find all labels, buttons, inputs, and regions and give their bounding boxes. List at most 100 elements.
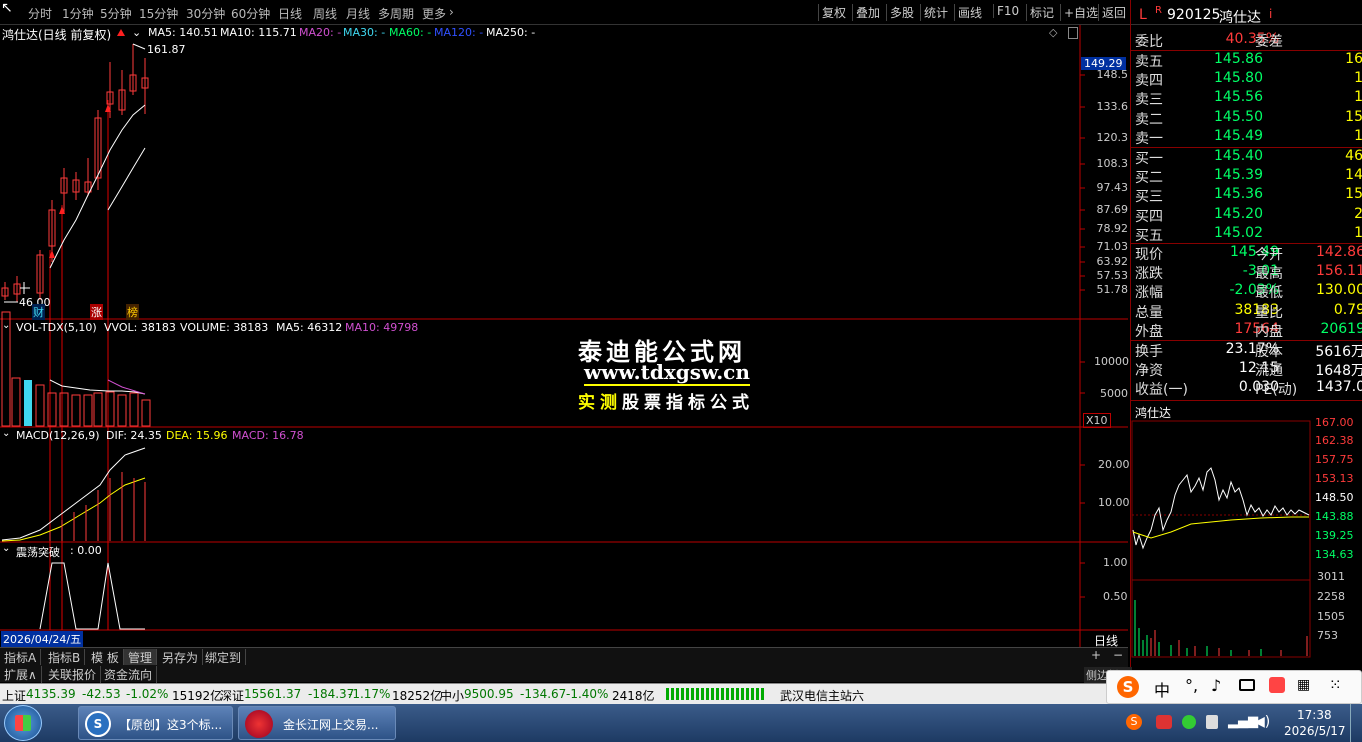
period-daily[interactable]: 日线 xyxy=(278,5,302,22)
tab-indicator-a[interactable]: 指标A xyxy=(0,649,42,666)
vvol-label: VVOL: 38183 xyxy=(104,321,176,334)
bid-row[interactable]: 买二 145.39 14 xyxy=(1135,167,1362,186)
macd-indicator-name[interactable]: MACD(12,26,9) xyxy=(16,429,100,442)
info-icon[interactable]: i xyxy=(1269,7,1272,21)
zx-label: 中小 xyxy=(440,689,465,703)
period-30min[interactable]: 30分钟 xyxy=(186,5,225,22)
ime-mode[interactable]: 中 xyxy=(1154,677,1170,701)
vol-indicator-name[interactable]: VOL-TDX(5,10) xyxy=(16,321,97,334)
marker-cai[interactable]: 财 xyxy=(32,304,45,320)
tab-related-quotes[interactable]: 关联报价 xyxy=(44,666,102,683)
period-15min[interactable]: 15分钟 xyxy=(139,5,178,22)
fund-row: 净资 12.15 流通 1648万 xyxy=(1135,360,1362,379)
fuquan-button[interactable]: 复权 xyxy=(818,4,849,21)
period-monthly[interactable]: 月线 xyxy=(346,5,370,22)
ma-dropdown-icon[interactable]: ⌄ xyxy=(132,26,141,39)
period-fenshi[interactable]: 分时 xyxy=(28,5,52,22)
minus-icon[interactable]: − xyxy=(1113,648,1123,662)
ind-collapse-icon[interactable]: ⌄ xyxy=(2,543,10,554)
fund-label2: 股本 xyxy=(1255,344,1283,360)
macd-value-label: MACD: 16.78 xyxy=(232,429,304,442)
grid-icon[interactable]: ⁙ xyxy=(1329,676,1342,694)
ime-toolbar[interactable]: S 中 °, ♪ ▦ ⁙ xyxy=(1106,670,1362,704)
tab-manage[interactable]: 管理 xyxy=(124,649,158,666)
intraday-vol-tick: 753 xyxy=(1317,629,1338,642)
stat-row: 现价 145.49 今开 142.86 xyxy=(1135,244,1362,263)
task-browser[interactable]: S 【原创】这3个标... xyxy=(78,706,233,740)
cursor-icon: ↖ xyxy=(1,0,13,16)
toolbox-icon[interactable]: ▦ xyxy=(1297,677,1310,693)
marker-zhang[interactable]: 涨 xyxy=(90,304,103,320)
stat-label: 现价 xyxy=(1135,247,1163,263)
ask-row[interactable]: 卖四 145.80 1 xyxy=(1135,70,1362,89)
punctuation-icon[interactable]: °, xyxy=(1185,676,1198,695)
biaoji-button[interactable]: 标记 xyxy=(1026,4,1057,21)
task-trading[interactable]: 金长江网上交易... xyxy=(238,706,396,740)
add-favorite-button[interactable]: +自选 xyxy=(1060,4,1101,21)
marker-bang[interactable]: 榜 xyxy=(126,304,139,320)
ask-row[interactable]: 卖三 145.56 1 xyxy=(1135,89,1362,108)
ask-row[interactable]: 卖二 145.50 15 xyxy=(1135,109,1362,128)
tab-expand[interactable]: 扩展∧ xyxy=(0,666,42,683)
intraday-title: 鸿仕达 xyxy=(1135,406,1172,420)
volume-icon[interactable]: ◀) xyxy=(1254,714,1270,730)
period-5min[interactable]: 5分钟 xyxy=(100,5,132,22)
stat-value2: 142.86 xyxy=(1316,244,1362,260)
vol-tick: 10000 xyxy=(1094,355,1129,368)
ask-row[interactable]: 卖一 145.49 1 xyxy=(1135,128,1362,147)
browser-icon: S xyxy=(85,711,111,737)
tab-save-as[interactable]: 另存为 xyxy=(158,649,204,666)
tab-template[interactable]: 模 板 xyxy=(87,649,124,666)
bid-row[interactable]: 买一 145.40 46 xyxy=(1135,148,1362,167)
diamond-icon[interactable]: ◇ xyxy=(1049,26,1057,39)
fund-label2: PE(动) xyxy=(1255,382,1298,399)
period-multi[interactable]: 多周期 xyxy=(378,5,414,22)
period-weekly[interactable]: 周线 xyxy=(313,5,337,22)
period-more[interactable]: 更多 xyxy=(422,5,446,22)
diejia-button[interactable]: 叠加 xyxy=(852,4,883,21)
keyboard-icon[interactable] xyxy=(1239,679,1255,691)
add-icon[interactable]: + xyxy=(1091,648,1101,662)
panel-toggle-icon[interactable] xyxy=(1068,27,1078,39)
intraday-price-tick: 157.75 xyxy=(1315,453,1354,466)
tray-green-icon[interactable] xyxy=(1182,715,1196,729)
start-button[interactable] xyxy=(4,705,42,741)
tray-app-icon[interactable] xyxy=(1156,715,1172,729)
server-name[interactable]: 武汉电信主站六 xyxy=(780,687,864,704)
ind-tick: 0.50 xyxy=(1103,590,1128,603)
market-breadth-icon xyxy=(666,688,766,700)
tongji-button[interactable]: 统计 xyxy=(920,4,951,21)
show-desktop-button[interactable] xyxy=(1350,704,1362,742)
skin-icon[interactable] xyxy=(1269,677,1285,693)
stat-label: 外盘 xyxy=(1135,323,1163,340)
zx-change: -134.67 xyxy=(520,687,567,701)
bid-row[interactable]: 买三 145.36 15 xyxy=(1135,186,1362,205)
duogu-button[interactable]: 多股 xyxy=(886,4,917,21)
tray-sogou-icon[interactable]: S xyxy=(1126,714,1142,730)
vol-collapse-icon[interactable]: ⌄ xyxy=(2,320,10,331)
clock-time[interactable]: 17:38 xyxy=(1297,708,1332,722)
f10-button[interactable]: F10 xyxy=(993,4,1022,18)
task-browser-label: 【原创】这3个标... xyxy=(119,718,223,732)
stat-row: 外盘 17564 内盘 20619 xyxy=(1135,321,1362,340)
sz-amount: 18252亿 xyxy=(392,689,443,703)
tab-indicator-b[interactable]: 指标B xyxy=(44,649,86,666)
bid-price: 145.40 xyxy=(1214,148,1263,164)
period-60min[interactable]: 60分钟 xyxy=(231,5,270,22)
tray-device-icon[interactable] xyxy=(1206,715,1218,729)
ind-name[interactable]: 震荡突破 xyxy=(16,544,60,560)
quote-header: L R 920125 鸿仕达 i xyxy=(1135,5,1362,26)
tab-bind-to[interactable]: 绑定到 xyxy=(201,649,247,666)
period-1min[interactable]: 1分钟 xyxy=(62,5,94,22)
clock-date[interactable]: 2026/5/17 xyxy=(1284,724,1346,738)
microphone-icon[interactable]: ♪ xyxy=(1211,676,1221,695)
back-button[interactable]: 返回 xyxy=(1098,4,1129,21)
huaxian-button[interactable]: 画线 xyxy=(954,4,985,21)
tab-fund-flow[interactable]: 资金流向 xyxy=(100,666,158,683)
zx-pct: -1.40% xyxy=(566,687,609,701)
ask-row[interactable]: 卖五 145.86 16 xyxy=(1135,51,1362,70)
kline-chart[interactable] xyxy=(0,25,1128,680)
macd-collapse-icon[interactable]: ⌄ xyxy=(2,428,10,439)
bid-row[interactable]: 买五 145.02 1 xyxy=(1135,225,1362,244)
bid-row[interactable]: 买四 145.20 2 xyxy=(1135,206,1362,225)
